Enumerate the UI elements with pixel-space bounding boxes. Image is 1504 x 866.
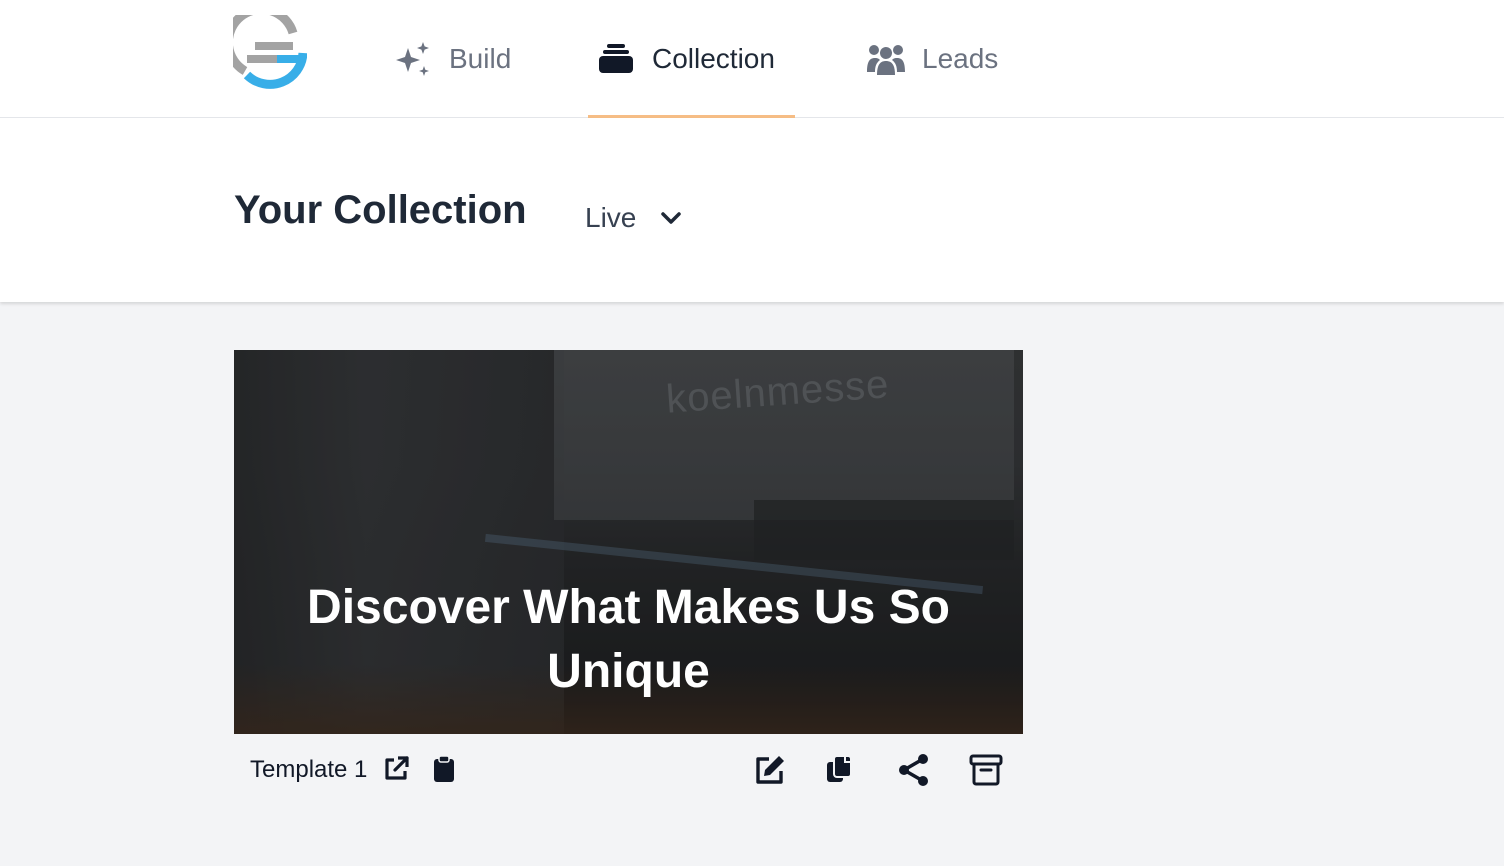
app-logo[interactable] [233,15,307,89]
tab-collection[interactable]: Collection [588,0,795,119]
tab-collection-label: Collection [652,43,775,74]
logo-mark-icon [233,15,307,89]
status-filter-value: Live [585,202,637,233]
tab-leads[interactable]: Leads [866,0,1026,118]
share-icon[interactable] [896,752,932,788]
tab-build-label: Build [449,43,512,74]
template-preview-image[interactable]: koelnmesse Discover What Makes Us So Uni… [234,350,1023,734]
top-navigation-bar: Build Collection Leads [0,0,1504,119]
template-card-footer: Template 1 [234,734,1023,806]
collection-header: Your Collection Live [0,118,1504,302]
users-group-icon [866,39,906,79]
tab-build[interactable]: Build [393,0,543,118]
archive-icon[interactable] [968,752,1004,788]
clipboard-icon[interactable] [432,755,458,783]
external-link-icon[interactable] [382,755,410,783]
template-headline: Discover What Makes Us So Unique [307,581,950,698]
template-card: koelnmesse Discover What Makes Us So Uni… [234,350,1023,806]
page-title: Your Collection [234,188,527,232]
status-filter-dropdown[interactable]: Live [585,196,682,240]
template-name: Template 1 [250,756,368,783]
tab-leads-label: Leads [922,43,999,74]
sparkles-icon [393,39,433,79]
collection-stack-icon [596,39,636,79]
edit-icon[interactable] [752,752,788,788]
duplicate-icon[interactable] [822,752,858,788]
chevron-down-icon [660,207,682,229]
